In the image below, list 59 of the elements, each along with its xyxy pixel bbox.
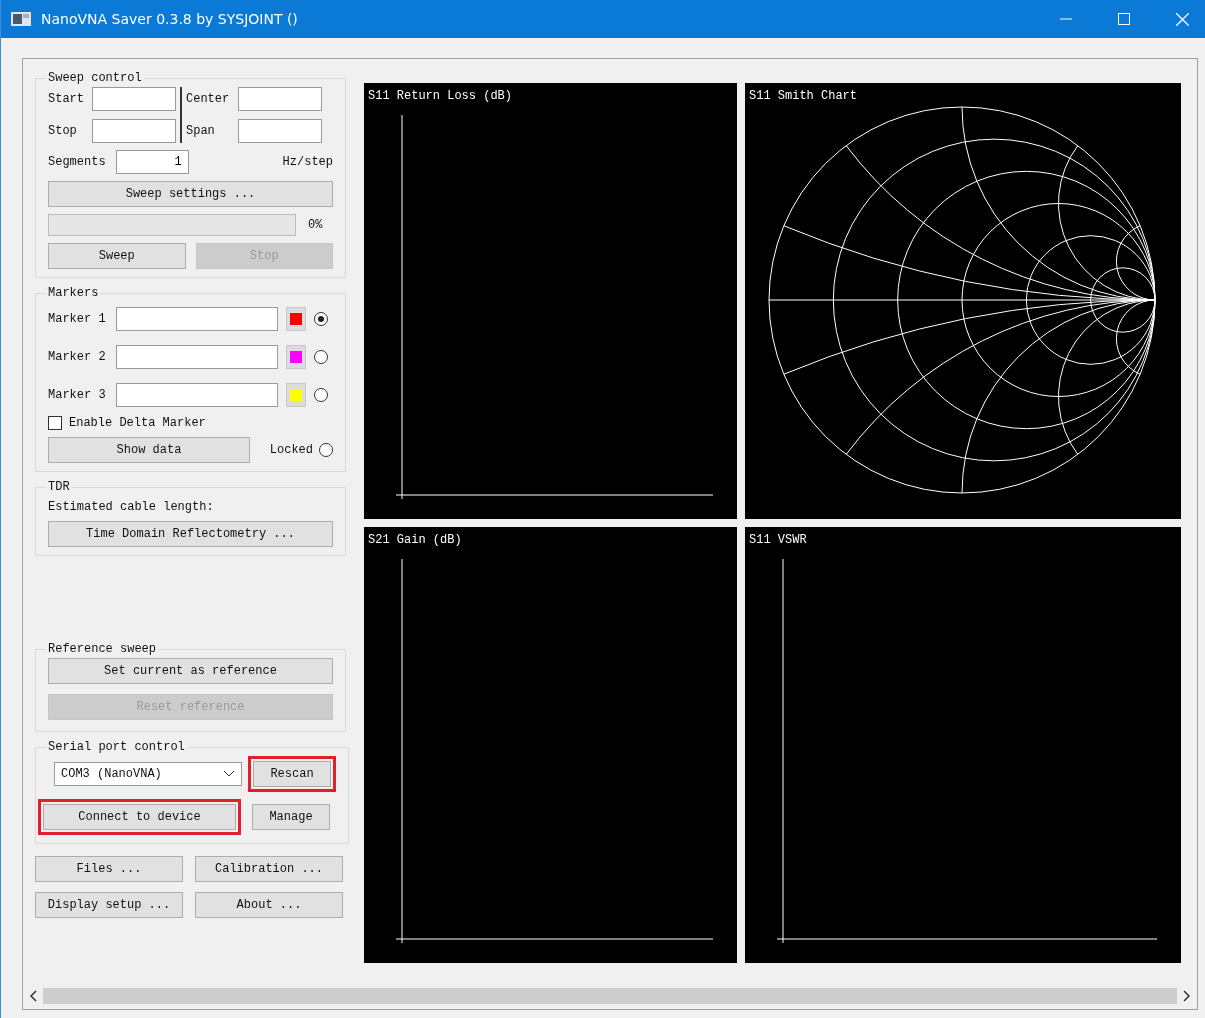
center-label: Center [186, 92, 231, 106]
group-title: Serial port control [47, 740, 186, 754]
chart-title: S11 Smith Chart [749, 89, 858, 103]
segments-field[interactable]: 1 [115, 150, 189, 174]
span-field[interactable] [238, 119, 322, 143]
start-field[interactable] [92, 87, 176, 111]
chevron-right-icon[interactable] [1181, 990, 1191, 1002]
delta-marker-checkbox[interactable] [48, 416, 62, 430]
close-icon[interactable] [1176, 12, 1189, 26]
port-value: COM3 (NanoVNA) [61, 767, 162, 781]
chart-title: S11 Return Loss (dB) [368, 89, 513, 103]
marker-color-button[interactable] [286, 345, 306, 369]
chart-title: S11 VSWR [749, 533, 807, 547]
show-data-button[interactable]: Show data [48, 437, 250, 463]
menu-button[interactable]: Calibration ... [195, 856, 343, 882]
marker-field[interactable] [116, 383, 278, 407]
stop-field[interactable] [92, 119, 176, 143]
center-field[interactable] [238, 87, 322, 111]
locked-label: Locked [269, 443, 313, 457]
span-label: Span [186, 124, 216, 138]
group-title: Sweep control [47, 71, 143, 85]
segments-label: Segments [48, 155, 106, 169]
group-title: Markers [47, 286, 100, 300]
manage-button[interactable]: Manage [252, 804, 330, 830]
progress-reading: 0% [308, 218, 323, 232]
delta-marker-label: Enable Delta Marker [69, 416, 206, 430]
sweep-button[interactable]: Sweep [48, 243, 186, 269]
window-title: NanoVNA Saver 0.3.8 by SYSJOINT () [41, 11, 298, 27]
port-dropdown[interactable]: COM3 (NanoVNA) [54, 762, 242, 786]
set-reference-button[interactable]: Set current as reference [48, 658, 333, 684]
marker-color-button[interactable] [286, 307, 306, 331]
marker-field[interactable] [116, 345, 278, 369]
chevron-left-icon[interactable] [29, 990, 39, 1002]
rescan-button[interactable]: Rescan [253, 761, 331, 787]
menu-button[interactable]: Files ... [35, 856, 183, 882]
marker-label: Marker 3 [48, 388, 107, 402]
chevron-down-icon [223, 770, 235, 778]
menu-button[interactable]: Display setup ... [35, 892, 183, 918]
marker-radio[interactable] [314, 350, 328, 364]
marker-label: Marker 1 [48, 312, 107, 326]
marker-radio[interactable] [314, 312, 328, 326]
maximize-icon[interactable] [1118, 13, 1130, 25]
cable-length-label: Estimated cable length: [48, 500, 215, 514]
stop-label: Stop [48, 124, 78, 138]
marker-label: Marker 2 [48, 350, 107, 364]
menu-button[interactable]: About ... [195, 892, 343, 918]
group-title: TDR [47, 480, 71, 494]
step-unit-label: Hz/step [282, 155, 333, 169]
marker-field[interactable] [116, 307, 278, 331]
sweep-settings-button[interactable]: Sweep settings ... [48, 181, 333, 207]
tdr-button[interactable]: Time Domain Reflectometry ... [48, 521, 333, 547]
marker-radio[interactable] [314, 388, 328, 402]
start-label: Start [48, 92, 85, 106]
connect-button[interactable]: Connect to device [43, 804, 236, 830]
group-title: Reference sweep [47, 642, 158, 656]
app-icon [11, 11, 31, 27]
locked-radio[interactable] [319, 443, 333, 457]
chart-title: S21 Gain (dB) [368, 533, 462, 547]
marker-color-button[interactable] [286, 383, 306, 407]
